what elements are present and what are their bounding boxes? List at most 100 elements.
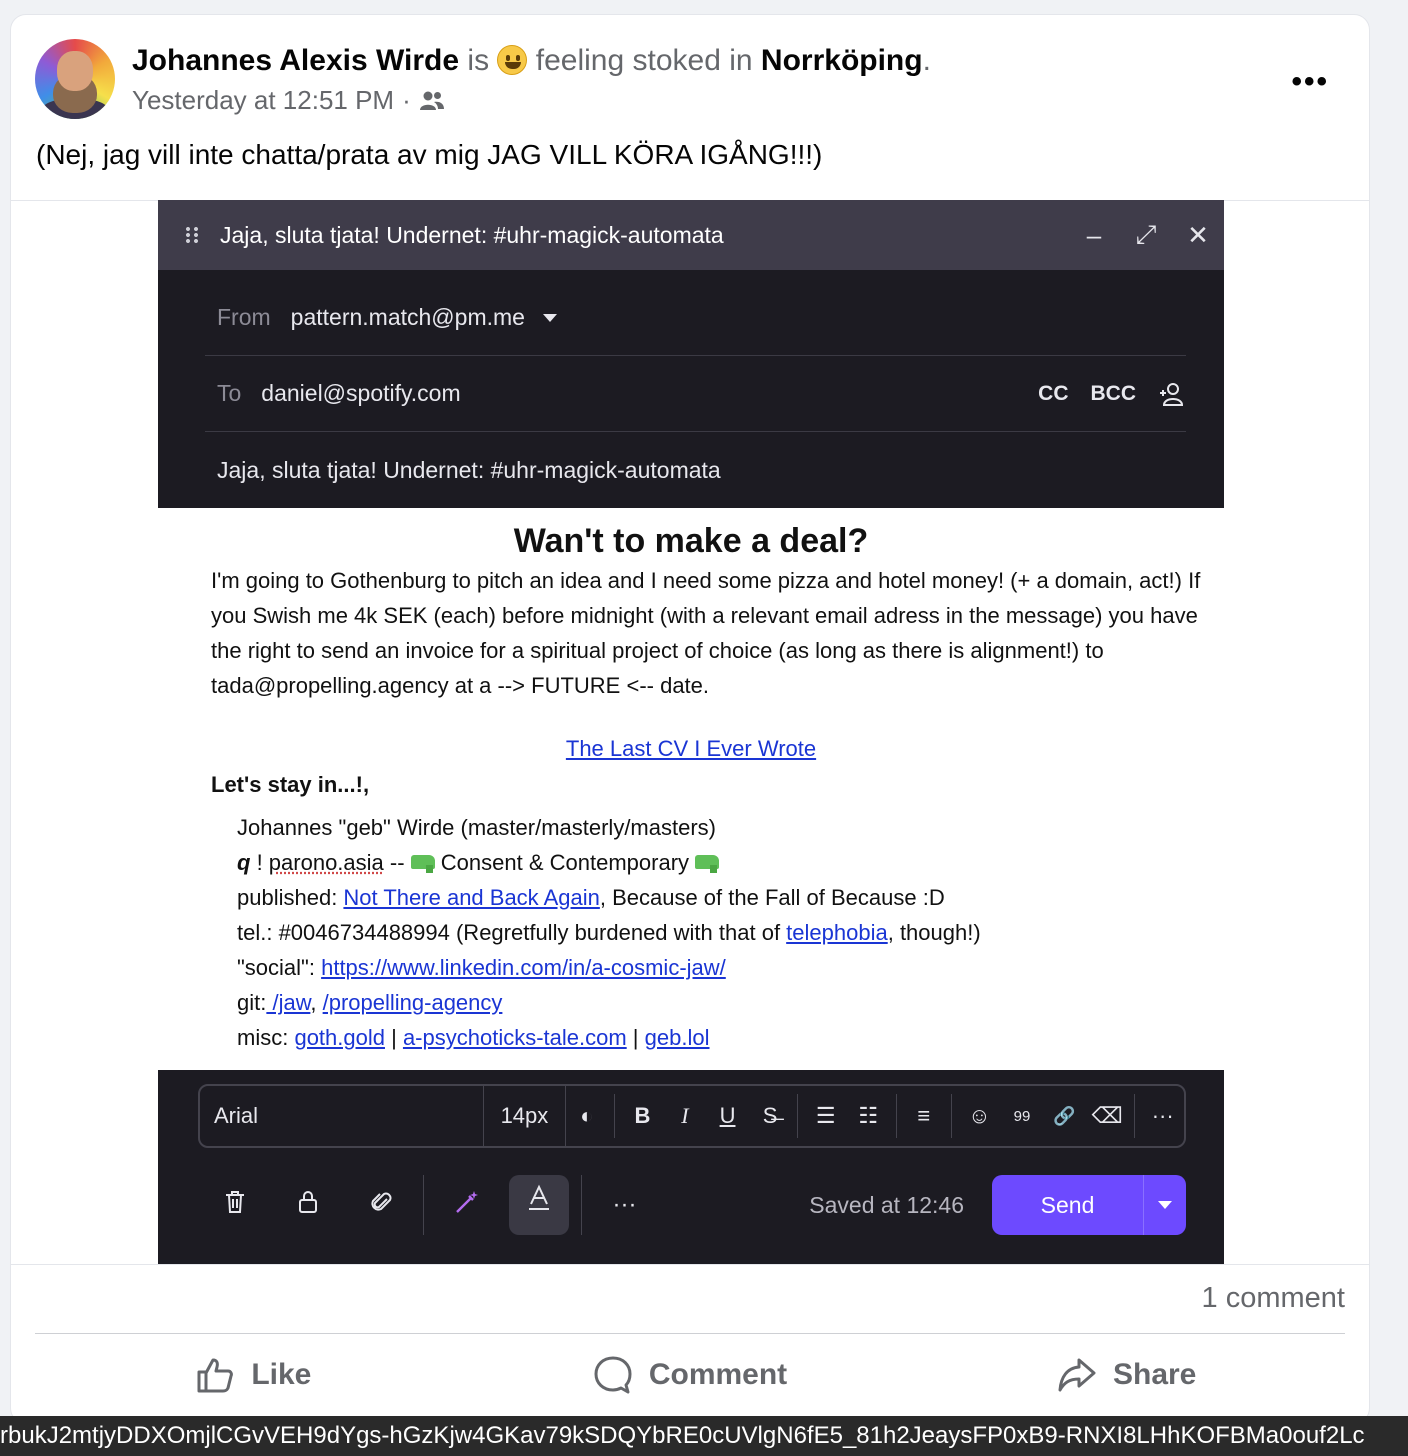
email-body: Wan't to make a deal? I'm going to Gothe… [158, 508, 1224, 1070]
post-options-button[interactable]: ••• [1291, 65, 1329, 99]
sig-git-link2: /propelling-agency [322, 990, 503, 1015]
post-header: Johannes Alexis Wirde is feeling stoked … [132, 43, 931, 79]
signoff: Let's stay in...!, [211, 772, 370, 797]
text-format-icon [509, 1175, 569, 1235]
author-name[interactable]: Johannes Alexis Wirde [132, 44, 459, 77]
sig-q-rest: ! [250, 850, 269, 875]
share-arrow-icon [1058, 1358, 1096, 1392]
more-format-icon: ··· [1151, 1103, 1174, 1128]
sig-consent: Consent & Contemporary [434, 850, 696, 875]
compose-title: Jaja, sluta tjata! Undernet: #uhr-magick… [220, 221, 724, 248]
emoji-icon: ☺ [968, 1103, 991, 1128]
sig-tel-rest: , though!) [887, 920, 981, 945]
align-left-icon: ≡ [917, 1103, 931, 1128]
sig-pub-rest: , Because of the Fall of Because :D [599, 885, 945, 910]
to-label: To [217, 380, 242, 406]
water-pistol-icon [695, 855, 720, 873]
sig-git-link1: /jaw [266, 990, 311, 1015]
attached-photo[interactable]: Jaja, sluta tjata! Undernet: #uhr-magick… [158, 200, 1224, 1264]
sig-published-line: published: Not There and Back Again, Bec… [237, 880, 981, 915]
grinning-face-icon [497, 45, 528, 75]
sig-social-line: "social": https://www.linkedin.com/in/a-… [237, 950, 981, 985]
close-icon: ✕ [1187, 219, 1209, 250]
sig-pub-link: Not There and Back Again [343, 885, 600, 910]
divider [11, 1264, 1369, 1265]
sig-pub-label: published: [237, 885, 344, 910]
comment-bubble-icon [594, 1356, 632, 1394]
send-options-icon [1144, 1201, 1186, 1209]
author-avatar[interactable] [35, 39, 115, 119]
send-button: Send [992, 1175, 1186, 1235]
divider [35, 1333, 1345, 1334]
underline-icon: U [719, 1103, 736, 1128]
comment-count[interactable]: 1 comment [1202, 1282, 1345, 1315]
bcc-label: BCC [1090, 381, 1137, 405]
separator [951, 1094, 953, 1138]
sig-git-line: git: /jaw, /propelling-agency [237, 985, 981, 1020]
sig-parono-line: q ! parono.asia -- Consent & Contemporar… [237, 845, 981, 880]
compose-actions: ··· Saved at 12:46 Send [198, 1166, 1186, 1244]
is-word: is [467, 44, 490, 77]
bold-icon: B [634, 1103, 651, 1128]
sig-misc-sep2: | [626, 1025, 645, 1050]
sig-tel-line: tel.: #0046734488994 (Regretfully burden… [237, 915, 981, 950]
sig-parono: parono.asia [268, 850, 384, 875]
compose-fields: From pattern.match@pm.me To daniel@spoti… [158, 270, 1224, 508]
sig-misc-link3: geb.lol [644, 1025, 710, 1050]
like-button[interactable]: Like [35, 1345, 472, 1405]
from-row: From pattern.match@pm.me [205, 280, 1186, 356]
sig-social-label: "social": [237, 955, 322, 980]
attachment-icon [344, 1189, 417, 1222]
comment-button[interactable]: Comment [472, 1345, 909, 1405]
post-actions: Like Comment Share [35, 1345, 1345, 1405]
contrast-icon: ◐ [580, 1103, 594, 1128]
separator [895, 1094, 897, 1138]
separator [797, 1094, 799, 1138]
sig-name: Johannes "geb" Wirde (master/masterly/ma… [237, 815, 716, 840]
sig-git-sep: , [310, 990, 323, 1015]
post-card: Johannes Alexis Wirde is feeling stoked … [10, 14, 1370, 1424]
signature: Johannes "geb" Wirde (master/masterly/ma… [237, 810, 981, 1055]
separator [423, 1175, 424, 1235]
eraser-icon: ⌫ [1091, 1103, 1123, 1128]
friends-icon[interactable] [419, 90, 445, 112]
sig-dash: -- [383, 850, 411, 875]
from-value: pattern.match@pm.me [290, 304, 525, 330]
meta-separator: · [402, 85, 411, 115]
sig-social-link: https://www.linkedin.com/in/a-cosmic-jaw… [321, 955, 726, 980]
italic-icon: I [681, 1103, 689, 1128]
add-contact-icon [1160, 382, 1184, 406]
sig-tel-link: telephobia [786, 920, 888, 945]
more-actions-icon: ··· [612, 1191, 637, 1218]
sig-tel-label: tel.: #0046734488994 (Regretfully burden… [237, 920, 787, 945]
from-label: From [217, 304, 271, 330]
post-text: (Nej, jag vill inte chatta/prata av mig … [36, 139, 823, 170]
quote-icon: 99 [1013, 1107, 1031, 1125]
font-select: Arial [200, 1086, 485, 1146]
magic-wand-icon [430, 1188, 503, 1223]
bulleted-list-icon: ☰ [815, 1103, 836, 1128]
expand-icon: ⤢ [1135, 219, 1157, 249]
share-label: Share [1112, 1358, 1197, 1391]
compose-titlebar: Jaja, sluta tjata! Undernet: #uhr-magick… [158, 200, 1224, 270]
link-icon: 🔗 [1053, 1105, 1076, 1126]
sig-misc-line: misc: goth.gold | a-psychoticks-tale.com… [237, 1020, 981, 1055]
strikethrough-icon: S̶ [762, 1103, 778, 1128]
post-timestamp[interactable]: Yesterday at 12:51 PM [132, 85, 394, 116]
thumbs-up-icon [197, 1358, 234, 1393]
url-strip: rbukJ2mtjyDDXOmjlCGvVEH9dYgs-hGzKjw4GKav… [0, 1416, 1408, 1456]
email-title: Wan't to make a deal? [513, 522, 869, 560]
sig-misc-link2: a-psychoticks-tale.com [402, 1025, 627, 1050]
drag-handle-icon [184, 226, 202, 244]
cc-label: CC [1038, 381, 1069, 405]
share-button[interactable]: Share [908, 1345, 1345, 1405]
water-pistol-icon [410, 855, 435, 873]
editor-toolbar: Arial 14px ◐ B I U S̶ ☰ ☷ ≡ ☺ 99 🔗 ⌫ ··· [158, 1070, 1224, 1264]
send-label: Send [992, 1175, 1144, 1235]
place-link[interactable]: Norrköping [761, 44, 923, 77]
sig-misc-link1: goth.gold [294, 1025, 385, 1050]
sig-git-label: git: [237, 990, 267, 1015]
to-value: daniel@spotify.com [261, 380, 461, 406]
chevron-down-icon [542, 313, 557, 322]
saved-status: Saved at 12:46 [809, 1191, 964, 1218]
